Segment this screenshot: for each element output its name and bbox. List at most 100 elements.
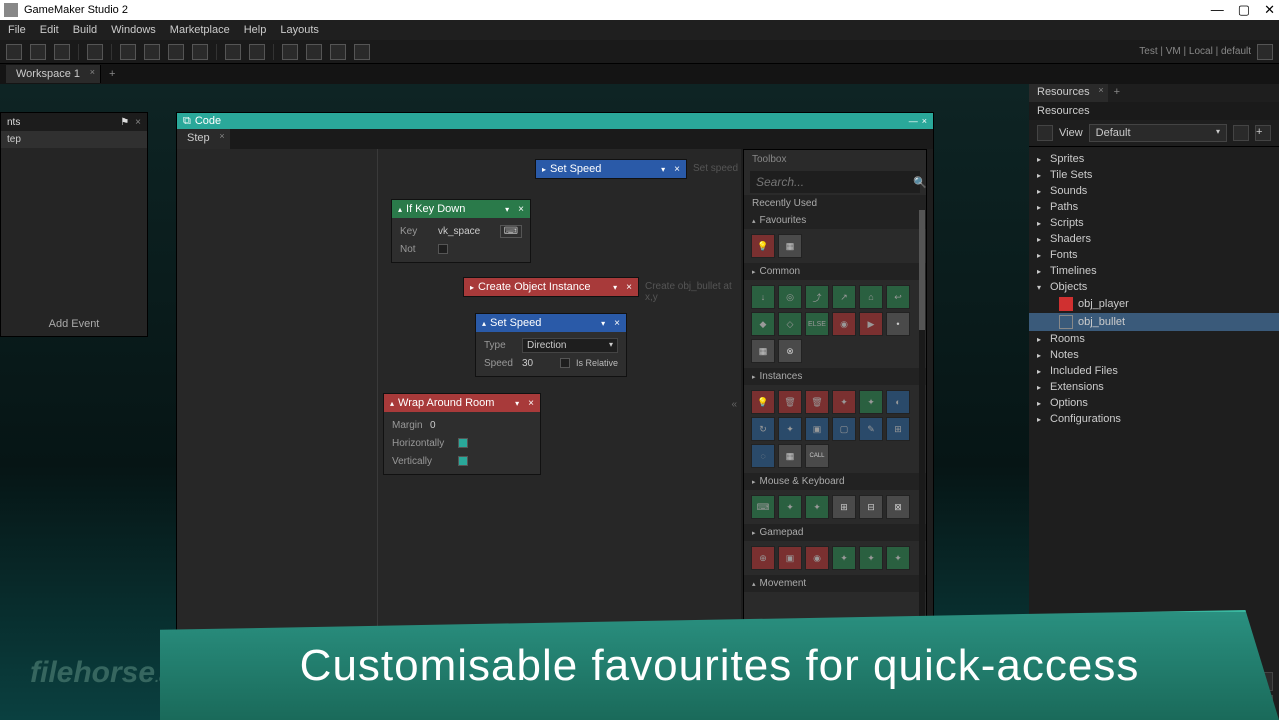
maximize-button[interactable]: ▢ [1238,2,1250,18]
close-tab-icon[interactable]: × [219,131,224,141]
tree-obj-player[interactable]: obj_player [1029,295,1279,313]
section-movement[interactable]: ▴Movement [744,575,926,592]
action-item[interactable]: ✦ [859,546,883,570]
section-common[interactable]: ▸Common [744,263,926,280]
action-item[interactable]: ↓ [751,285,775,309]
home-icon[interactable] [1037,125,1053,141]
add-tab-button[interactable]: + [1108,84,1126,102]
search-input[interactable] [756,175,913,189]
action-item[interactable]: ✦ [778,417,802,441]
menu-marketplace[interactable]: Marketplace [170,24,230,36]
menu-build[interactable]: Build [73,24,97,36]
action-item[interactable]: ▣ [805,417,829,441]
target-icon[interactable] [225,44,241,60]
stop-icon[interactable] [192,44,208,60]
node-wrap-room[interactable]: ▴ Wrap Around Room ▾ × Margin0 Horizonta… [383,393,541,475]
dropdown-icon[interactable]: ▾ [613,283,617,292]
action-item[interactable]: ⊟ [859,495,883,519]
section-recent[interactable]: Recently Used [744,195,926,212]
node-close-icon[interactable]: × [674,164,680,175]
key-picker-icon[interactable]: ⌨ [500,225,522,238]
node-if-key-down[interactable]: ▴ If Key Down ▾ × Keyvk_space⌨ Not [391,199,531,263]
menu-windows[interactable]: Windows [111,24,156,36]
tree-sounds[interactable]: ▸Sounds [1029,183,1279,199]
zoom-out-icon[interactable] [282,44,298,60]
action-item[interactable]: 💡 [751,390,775,414]
collapse-right-icon[interactable]: « [731,399,737,410]
action-item[interactable]: ELSE [805,312,829,336]
event-step[interactable]: tep [1,131,147,148]
vertical-checkbox[interactable] [458,456,468,466]
save-icon[interactable] [54,44,70,60]
action-item[interactable]: ▦ [751,339,775,363]
section-instances[interactable]: ▸Instances [744,368,926,385]
tree-obj-bullet[interactable]: obj_bullet [1029,313,1279,331]
zoom-reset-icon[interactable] [306,44,322,60]
close-window-button[interactable]: ✕ [1264,2,1275,18]
tree-included[interactable]: ▸Included Files [1029,363,1279,379]
tree-rooms[interactable]: ▸Rooms [1029,331,1279,347]
toolbox-search[interactable]: 🔍 [750,171,920,193]
action-item[interactable]: ⤴ [805,285,829,309]
target-settings-icon[interactable] [1257,44,1273,60]
add-resource-icon[interactable]: + [1255,125,1271,141]
play-icon[interactable] [144,44,160,60]
action-item[interactable]: ⌨ [751,495,775,519]
clean-icon[interactable] [249,44,265,60]
dropdown-icon[interactable]: ▾ [601,319,605,328]
action-item[interactable]: ◉ [805,546,829,570]
menu-help[interactable]: Help [244,24,267,36]
tree-objects[interactable]: ▾Objects [1029,279,1279,295]
action-item[interactable]: ▶ [859,312,883,336]
open-icon[interactable] [30,44,46,60]
tree-extensions[interactable]: ▸Extensions [1029,379,1279,395]
action-item[interactable]: ◎ [778,285,802,309]
build-icon[interactable] [120,44,136,60]
action-item[interactable]: ✦ [805,495,829,519]
tree-notes[interactable]: ▸Notes [1029,347,1279,363]
action-item[interactable]: ✦ [832,390,856,414]
node-close-icon[interactable]: × [528,398,534,409]
relative-checkbox[interactable] [560,358,570,368]
action-item[interactable]: ⊕ [751,546,775,570]
project-icon[interactable] [87,44,103,60]
minimize-panel-icon[interactable]: — [909,116,918,126]
close-tab-icon[interactable]: × [1098,85,1103,95]
close-tab-icon[interactable]: × [90,67,95,77]
horizontal-checkbox[interactable] [458,438,468,448]
action-item[interactable]: ◐ [886,390,910,414]
dnd-canvas[interactable]: ▸ Set Speed ▾ × Set speed ▴ If Key Down … [177,149,741,631]
layout-icon[interactable] [354,44,370,60]
action-item[interactable]: ↩ [886,285,910,309]
action-item[interactable]: • [886,312,910,336]
action-item[interactable]: ▢ [832,417,856,441]
not-checkbox[interactable] [438,244,448,254]
action-item[interactable]: ⊗ [778,339,802,363]
action-item[interactable]: ⊞ [886,417,910,441]
tree-timelines[interactable]: ▸Timelines [1029,263,1279,279]
key-value[interactable]: vk_space [438,226,480,237]
tree-options[interactable]: ▸Options [1029,395,1279,411]
section-gamepad[interactable]: ▸Gamepad [744,524,926,541]
action-item[interactable]: ✦ [832,546,856,570]
action-item[interactable]: ✦ [886,546,910,570]
node-close-icon[interactable]: × [518,204,524,215]
margin-value[interactable]: 0 [430,420,436,431]
dropdown-icon[interactable]: ▾ [505,205,509,214]
action-item[interactable]: 🗑 [805,390,829,414]
new-icon[interactable] [6,44,22,60]
dropdown-icon[interactable]: ▾ [515,399,519,408]
action-item[interactable]: ↗ [832,285,856,309]
action-item[interactable]: 🗑 [778,390,802,414]
code-tab-step[interactable]: Step × [177,129,230,149]
close-icon[interactable]: × [135,117,141,128]
menu-edit[interactable]: Edit [40,24,59,36]
tree-tilesets[interactable]: ▸Tile Sets [1029,167,1279,183]
action-item[interactable]: ✦ [778,495,802,519]
tree-sprites[interactable]: ▸Sprites [1029,151,1279,167]
resources-tab[interactable]: Resources× [1029,84,1108,102]
node-set-speed-dir[interactable]: ▴ Set Speed ▾ × TypeDirection▾ Speed30Is… [475,313,627,377]
toolbox-scrollbar[interactable] [919,210,925,622]
action-item[interactable]: ✦ [859,390,883,414]
section-favourites[interactable]: ▴Favourites [744,212,926,229]
